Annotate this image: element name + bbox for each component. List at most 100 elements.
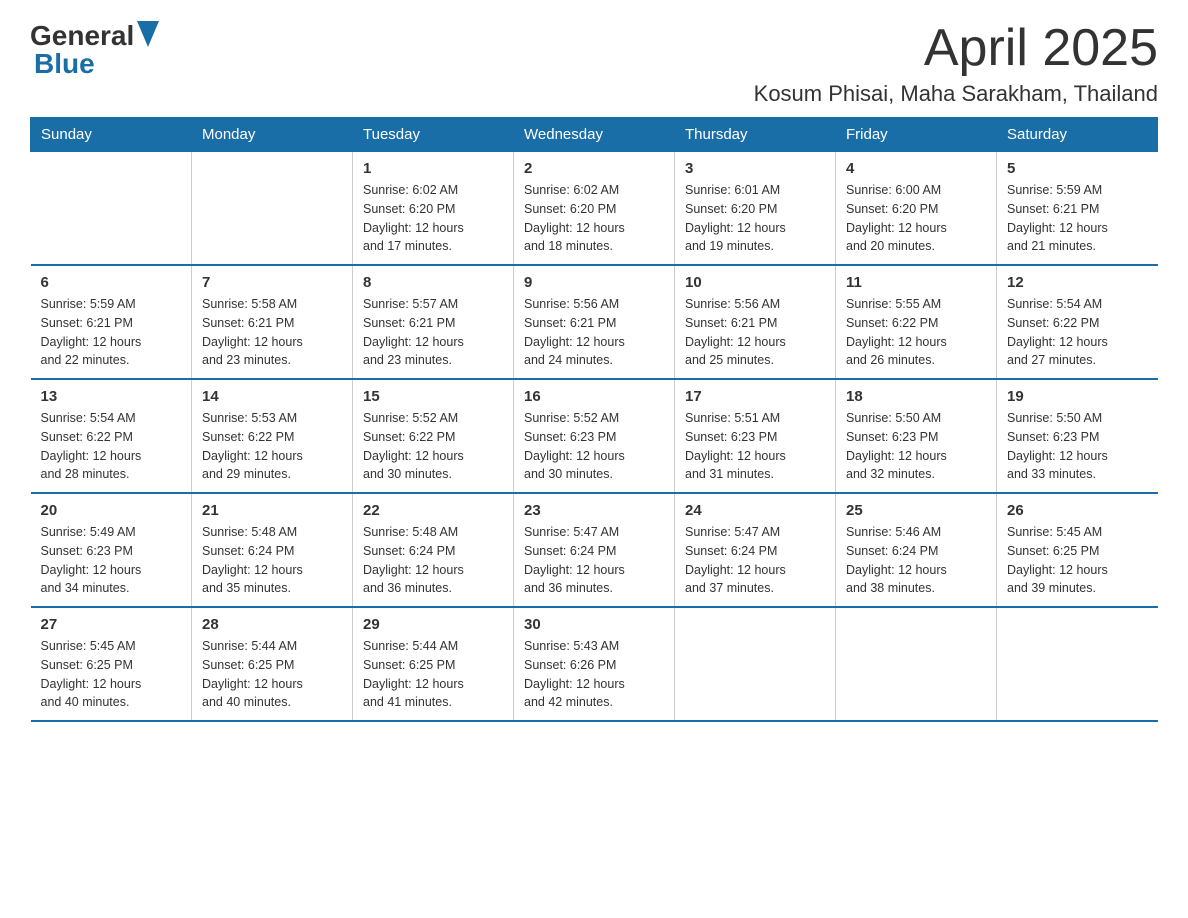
- day-cell: 23Sunrise: 5:47 AM Sunset: 6:24 PM Dayli…: [514, 493, 675, 607]
- day-cell: 25 Sunrise: 5:46 AM Sunset: 6:24 PM Dayli…: [836, 493, 997, 607]
- day-number: 6: [41, 274, 182, 291]
- day-info: Sunrise: 5:54 AM Sunset: 6:22 PM Dayligh…: [1007, 295, 1148, 370]
- day-number: 11: [846, 274, 986, 291]
- header-saturday: Saturday: [997, 118, 1158, 152]
- location-title: Kosum Phisai, Maha Sarakham, Thailand: [754, 81, 1158, 107]
- day-cell: 17 Sunrise: 5:51 AM Sunset: 6:23 PM Dayli…: [675, 379, 836, 493]
- logo-area: General Blue: [30, 20, 159, 80]
- day-number: 25: [846, 502, 986, 519]
- day-cell: 27 Sunrise: 5:45 AM Sunset: 6:25 PM Dayli…: [31, 607, 192, 721]
- day-cell: 16Sunrise: 5:52 AM Sunset: 6:23 PM Dayli…: [514, 379, 675, 493]
- day-cell: 12Sunrise: 5:54 AM Sunset: 6:22 PM Dayli…: [997, 265, 1158, 379]
- day-info: Sunrise: 6:01 AM Sunset: 6:20 PM Dayligh…: [685, 181, 825, 256]
- day-info: Sunrise: 6:02 AM Sunset: 6:20 PM Dayligh…: [524, 181, 664, 256]
- day-cell: 10 Sunrise: 5:56 AM Sunset: 6:21 PM Dayli…: [675, 265, 836, 379]
- day-info: Sunrise: 6:00 AM Sunset: 6:20 PM Dayligh…: [846, 181, 986, 256]
- day-info: Sunrise: 5:45 AM Sunset: 6:25 PM Dayligh…: [41, 637, 182, 712]
- day-number: 4: [846, 160, 986, 177]
- day-info: Sunrise: 5:44 AM Sunset: 6:25 PM Dayligh…: [363, 637, 503, 712]
- day-cell: 7Sunrise: 5:58 AM Sunset: 6:21 PM Daylig…: [192, 265, 353, 379]
- day-info: Sunrise: 5:46 AM Sunset: 6:24 PM Dayligh…: [846, 523, 986, 598]
- day-info: Sunrise: 5:50 AM Sunset: 6:23 PM Dayligh…: [1007, 409, 1148, 484]
- day-cell: 4 Sunrise: 6:00 AM Sunset: 6:20 PM Daylig…: [836, 152, 997, 266]
- day-number: 9: [524, 274, 664, 291]
- day-cell: 13Sunrise: 5:54 AM Sunset: 6:22 PM Dayli…: [31, 379, 192, 493]
- calendar-body: 1 Sunrise: 6:02 AM Sunset: 6:20 PM Daylig…: [31, 152, 1158, 722]
- day-number: 10: [685, 274, 825, 291]
- day-cell: [836, 607, 997, 721]
- logo-blue-text: Blue: [34, 48, 95, 80]
- day-info: Sunrise: 5:44 AM Sunset: 6:25 PM Dayligh…: [202, 637, 342, 712]
- day-info: Sunrise: 5:57 AM Sunset: 6:21 PM Dayligh…: [363, 295, 503, 370]
- page-header: General Blue April 2025 Kosum Phisai, Ma…: [30, 20, 1158, 107]
- day-number: 5: [1007, 160, 1148, 177]
- week-row-2: 6 Sunrise: 5:59 AM Sunset: 6:21 PM Daylig…: [31, 265, 1158, 379]
- day-info: Sunrise: 5:45 AM Sunset: 6:25 PM Dayligh…: [1007, 523, 1148, 598]
- day-cell: 21Sunrise: 5:48 AM Sunset: 6:24 PM Dayli…: [192, 493, 353, 607]
- days-of-week-row: SundayMondayTuesdayWednesdayThursdayFrid…: [31, 118, 1158, 152]
- day-number: 17: [685, 388, 825, 405]
- header-wednesday: Wednesday: [514, 118, 675, 152]
- day-cell: 14 Sunrise: 5:53 AM Sunset: 6:22 PM Dayli…: [192, 379, 353, 493]
- day-number: 28: [202, 616, 342, 633]
- day-number: 30: [524, 616, 664, 633]
- day-info: Sunrise: 5:48 AM Sunset: 6:24 PM Dayligh…: [363, 523, 503, 598]
- day-info: Sunrise: 5:56 AM Sunset: 6:21 PM Dayligh…: [685, 295, 825, 370]
- day-number: 20: [41, 502, 182, 519]
- day-info: Sunrise: 5:56 AM Sunset: 6:21 PM Dayligh…: [524, 295, 664, 370]
- day-cell: 18Sunrise: 5:50 AM Sunset: 6:23 PM Dayli…: [836, 379, 997, 493]
- day-number: 18: [846, 388, 986, 405]
- header-friday: Friday: [836, 118, 997, 152]
- day-number: 22: [363, 502, 503, 519]
- day-cell: 11 Sunrise: 5:55 AM Sunset: 6:22 PM Dayli…: [836, 265, 997, 379]
- day-cell: 3 Sunrise: 6:01 AM Sunset: 6:20 PM Daylig…: [675, 152, 836, 266]
- day-cell: 24 Sunrise: 5:47 AM Sunset: 6:24 PM Dayli…: [675, 493, 836, 607]
- day-number: 3: [685, 160, 825, 177]
- day-cell: 15 Sunrise: 5:52 AM Sunset: 6:22 PM Dayli…: [353, 379, 514, 493]
- day-info: Sunrise: 5:59 AM Sunset: 6:21 PM Dayligh…: [1007, 181, 1148, 256]
- week-row-3: 13Sunrise: 5:54 AM Sunset: 6:22 PM Dayli…: [31, 379, 1158, 493]
- day-number: 8: [363, 274, 503, 291]
- week-row-5: 27 Sunrise: 5:45 AM Sunset: 6:25 PM Dayli…: [31, 607, 1158, 721]
- title-area: April 2025 Kosum Phisai, Maha Sarakham, …: [754, 20, 1158, 107]
- day-cell: 20 Sunrise: 5:49 AM Sunset: 6:23 PM Dayli…: [31, 493, 192, 607]
- calendar-header: SundayMondayTuesdayWednesdayThursdayFrid…: [31, 118, 1158, 152]
- day-number: 14: [202, 388, 342, 405]
- calendar-table: SundayMondayTuesdayWednesdayThursdayFrid…: [30, 117, 1158, 722]
- day-number: 26: [1007, 502, 1148, 519]
- day-number: 29: [363, 616, 503, 633]
- day-info: Sunrise: 5:51 AM Sunset: 6:23 PM Dayligh…: [685, 409, 825, 484]
- day-cell: [997, 607, 1158, 721]
- day-cell: 19Sunrise: 5:50 AM Sunset: 6:23 PM Dayli…: [997, 379, 1158, 493]
- day-info: Sunrise: 5:49 AM Sunset: 6:23 PM Dayligh…: [41, 523, 182, 598]
- day-cell: 1 Sunrise: 6:02 AM Sunset: 6:20 PM Daylig…: [353, 152, 514, 266]
- logo-arrow-icon: [137, 21, 159, 52]
- day-info: Sunrise: 5:52 AM Sunset: 6:22 PM Dayligh…: [363, 409, 503, 484]
- day-number: 15: [363, 388, 503, 405]
- day-info: Sunrise: 5:47 AM Sunset: 6:24 PM Dayligh…: [685, 523, 825, 598]
- day-number: 27: [41, 616, 182, 633]
- day-cell: 6 Sunrise: 5:59 AM Sunset: 6:21 PM Daylig…: [31, 265, 192, 379]
- day-cell: 2 Sunrise: 6:02 AM Sunset: 6:20 PM Daylig…: [514, 152, 675, 266]
- day-cell: 8 Sunrise: 5:57 AM Sunset: 6:21 PM Daylig…: [353, 265, 514, 379]
- day-info: Sunrise: 5:53 AM Sunset: 6:22 PM Dayligh…: [202, 409, 342, 484]
- header-sunday: Sunday: [31, 118, 192, 152]
- day-info: Sunrise: 5:59 AM Sunset: 6:21 PM Dayligh…: [41, 295, 182, 370]
- day-cell: 22 Sunrise: 5:48 AM Sunset: 6:24 PM Dayli…: [353, 493, 514, 607]
- day-number: 24: [685, 502, 825, 519]
- month-title: April 2025: [754, 20, 1158, 77]
- day-info: Sunrise: 5:55 AM Sunset: 6:22 PM Dayligh…: [846, 295, 986, 370]
- week-row-1: 1 Sunrise: 6:02 AM Sunset: 6:20 PM Daylig…: [31, 152, 1158, 266]
- day-number: 13: [41, 388, 182, 405]
- day-info: Sunrise: 6:02 AM Sunset: 6:20 PM Dayligh…: [363, 181, 503, 256]
- day-number: 1: [363, 160, 503, 177]
- day-number: 23: [524, 502, 664, 519]
- day-cell: 9 Sunrise: 5:56 AM Sunset: 6:21 PM Daylig…: [514, 265, 675, 379]
- day-number: 2: [524, 160, 664, 177]
- header-tuesday: Tuesday: [353, 118, 514, 152]
- day-cell: 30Sunrise: 5:43 AM Sunset: 6:26 PM Dayli…: [514, 607, 675, 721]
- day-cell: 26 Sunrise: 5:45 AM Sunset: 6:25 PM Dayli…: [997, 493, 1158, 607]
- day-cell: 29 Sunrise: 5:44 AM Sunset: 6:25 PM Dayli…: [353, 607, 514, 721]
- day-cell: [675, 607, 836, 721]
- day-info: Sunrise: 5:48 AM Sunset: 6:24 PM Dayligh…: [202, 523, 342, 598]
